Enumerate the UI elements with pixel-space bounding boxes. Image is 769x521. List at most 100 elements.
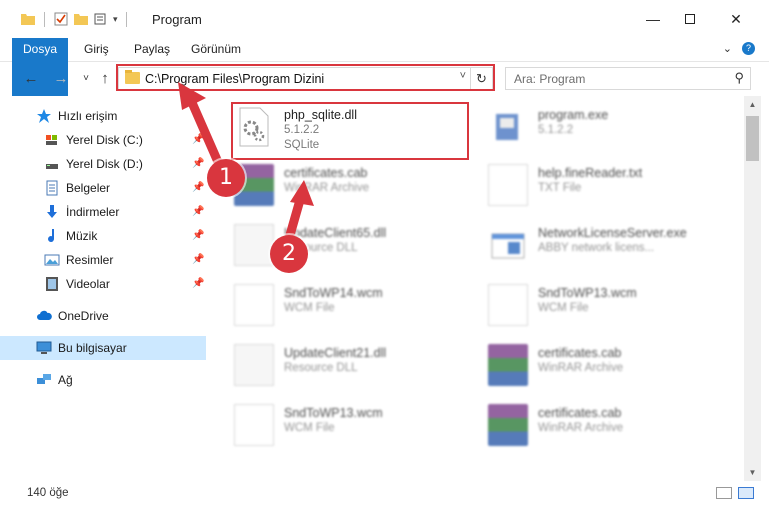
help-icon[interactable]: ? xyxy=(742,42,755,55)
recent-locations-button[interactable]: ˅ xyxy=(77,70,95,88)
status-bar: 140 öğe xyxy=(0,482,769,504)
new-folder-icon[interactable] xyxy=(73,11,89,27)
file-name: certificates.cab xyxy=(284,166,368,180)
file-type: WinRAR Archive xyxy=(538,422,623,434)
sidebar-item-label: Yerel Disk (D:) xyxy=(66,157,143,171)
address-path[interactable]: C:\Program Files\Program Dizini xyxy=(145,72,324,86)
sidebar-item-label: Hızlı erişim xyxy=(58,109,118,123)
list-item[interactable]: program.exe 5.1.2.2 xyxy=(478,98,718,156)
sidebar-item-label: İndirmeler xyxy=(66,205,120,219)
dll-icon xyxy=(234,344,274,386)
file-name: program.exe xyxy=(538,108,609,122)
forward-button[interactable]: → xyxy=(52,70,70,88)
list-item[interactable]: NetworkLicenseServer.exe ABBY network li… xyxy=(478,216,718,274)
sidebar-item-quick-access[interactable]: Hızlı erişim xyxy=(0,104,206,128)
scroll-thumb[interactable] xyxy=(746,116,759,161)
dll-icon xyxy=(234,224,274,266)
blank-file-icon xyxy=(488,284,528,326)
address-bar[interactable]: C:\Program Files\Program Dizini ˅ ↻ xyxy=(118,67,493,90)
close-button[interactable]: ✕ xyxy=(713,0,759,38)
file-type: ABBY network licens... xyxy=(538,242,655,254)
sidebar-item-onedrive[interactable]: OneDrive xyxy=(0,304,206,328)
back-button[interactable]: ← xyxy=(22,70,40,88)
file-name: certificates.cab xyxy=(538,406,622,420)
exe-icon xyxy=(496,114,518,140)
list-item[interactable]: UpdateClient65.dll Resource DLL xyxy=(224,216,464,274)
maximize-button[interactable] xyxy=(667,0,713,38)
list-item[interactable]: SndToWP13.wcm WCM File xyxy=(478,276,718,334)
sidebar-item-local-disk-d[interactable]: Yerel Disk (D:) 📌 xyxy=(0,152,206,176)
sidebar-item-this-pc[interactable]: Bu bilgisayar xyxy=(0,336,206,360)
properties-icon[interactable] xyxy=(53,11,69,27)
pin-icon[interactable]: 📌 xyxy=(192,158,204,169)
navigation-pane: Hızlı erişim Yerel Disk (C:) 📌 Yerel Dis… xyxy=(0,96,206,481)
vertical-scrollbar[interactable]: ▲ ▼ xyxy=(744,96,761,481)
sidebar-item-network[interactable]: Ağ xyxy=(0,368,206,392)
pin-icon[interactable]: 📌 xyxy=(192,206,204,217)
title-bar: ▾ Program — ✕ xyxy=(0,0,769,38)
sidebar-item-downloads[interactable]: İndirmeler 📌 xyxy=(0,200,206,224)
large-icons-view-icon[interactable] xyxy=(738,487,754,499)
details-view-icon[interactable] xyxy=(716,487,732,499)
file-type: WCM File xyxy=(284,422,335,434)
sidebar-item-pictures[interactable]: Resimler 📌 xyxy=(0,248,206,272)
sidebar-item-local-disk-c[interactable]: Yerel Disk (C:) 📌 xyxy=(0,128,206,152)
tab-view[interactable]: Görünüm xyxy=(191,38,241,61)
customize-toolbar-icon[interactable] xyxy=(93,11,109,27)
file-type: WCM File xyxy=(284,302,335,314)
list-item[interactable]: help.fineReader.txt TXT File xyxy=(478,156,718,214)
window-title: Program xyxy=(152,12,202,27)
sidebar-item-music[interactable]: Müzik 📌 xyxy=(0,224,206,248)
file-type: Resource DLL xyxy=(284,362,358,374)
file-description: SQLite xyxy=(284,139,320,151)
tab-share[interactable]: Paylaş xyxy=(134,38,170,61)
search-box[interactable]: Ara: Program ⚲ xyxy=(505,67,751,90)
winrar-icon xyxy=(488,404,528,446)
forward-arrow-icon: → xyxy=(53,70,69,87)
list-item[interactable]: SndToWP14.wcm WCM File xyxy=(224,276,464,334)
scroll-down-icon[interactable]: ▼ xyxy=(744,464,761,481)
file-type: WinRAR Archive xyxy=(284,182,369,194)
sidebar-item-label: Ağ xyxy=(58,373,73,387)
ribbon: Dosya Giriş Paylaş Görünüm ⌄ ? xyxy=(0,38,769,96)
text-file-icon xyxy=(488,164,528,206)
list-item[interactable]: certificates.cab WinRAR Archive xyxy=(478,396,718,454)
drive-icon xyxy=(46,135,57,145)
pin-icon[interactable]: 📌 xyxy=(192,254,204,265)
maximize-icon xyxy=(685,14,695,24)
list-item[interactable]: certificates.cab WinRAR Archive xyxy=(224,156,464,214)
search-placeholder[interactable]: Ara: Program xyxy=(514,72,585,86)
list-item[interactable]: certificates.cab WinRAR Archive xyxy=(478,336,718,394)
step-2-marker: 2 xyxy=(270,235,308,273)
file-type: WCM File xyxy=(538,302,589,314)
network-icon xyxy=(37,374,51,384)
sidebar-item-label: Yerel Disk (C:) xyxy=(66,133,143,147)
pin-icon[interactable]: 📌 xyxy=(192,134,204,145)
chevron-down-icon[interactable]: ▾ xyxy=(113,14,118,25)
pin-icon[interactable]: 📌 xyxy=(192,278,204,289)
folder-icon xyxy=(21,14,35,25)
address-dropdown-icon[interactable]: ˅ xyxy=(460,70,466,82)
list-item[interactable]: UpdateClient21.dll Resource DLL xyxy=(224,336,464,394)
scroll-up-icon[interactable]: ▲ xyxy=(744,96,761,113)
sidebar-item-documents[interactable]: Belgeler 📌 xyxy=(0,176,206,200)
list-item[interactable]: php_sqlite.dll 5.1.2.2 SQLite xyxy=(224,98,464,156)
dll-gear-icon xyxy=(239,107,269,147)
sidebar-item-videos[interactable]: Videolar 📌 xyxy=(0,272,206,296)
search-icon[interactable]: ⚲ xyxy=(734,70,744,86)
close-icon: ✕ xyxy=(730,10,742,27)
file-type: WinRAR Archive xyxy=(538,362,623,374)
sidebar-item-label: Bu bilgisayar xyxy=(58,341,127,355)
expand-ribbon-icon[interactable]: ⌄ xyxy=(723,42,732,55)
file-name: UpdateClient21.dll xyxy=(284,346,387,360)
cloud-icon xyxy=(37,310,52,320)
pin-icon[interactable]: 📌 xyxy=(192,230,204,241)
up-button[interactable]: ↑ xyxy=(96,70,114,88)
sidebar-item-label: Resimler xyxy=(66,253,114,267)
pin-icon[interactable]: 📌 xyxy=(192,182,204,193)
tab-home[interactable]: Giriş xyxy=(84,38,109,61)
list-item[interactable]: SndToWP13.wcm WCM File xyxy=(224,396,464,454)
refresh-button[interactable]: ↻ xyxy=(470,68,492,89)
ribbon-controls: ⌄ ? xyxy=(723,42,755,55)
minimize-icon: — xyxy=(646,11,660,27)
